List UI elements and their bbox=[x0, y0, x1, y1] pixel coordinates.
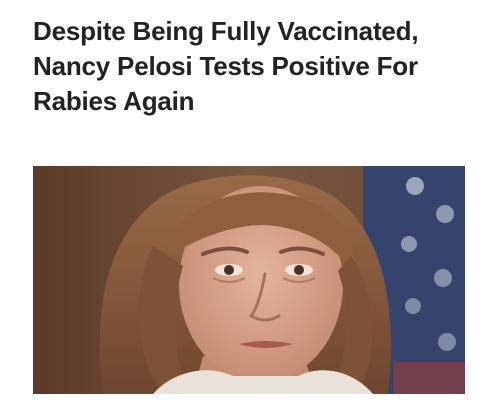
portrait-illustration bbox=[33, 166, 465, 394]
article-photo bbox=[33, 166, 465, 394]
article-headline: Despite Being Fully Vaccinated, Nancy Pe… bbox=[33, 16, 419, 116]
article-page: Despite Being Fully Vaccinated, Nancy Pe… bbox=[0, 0, 500, 406]
